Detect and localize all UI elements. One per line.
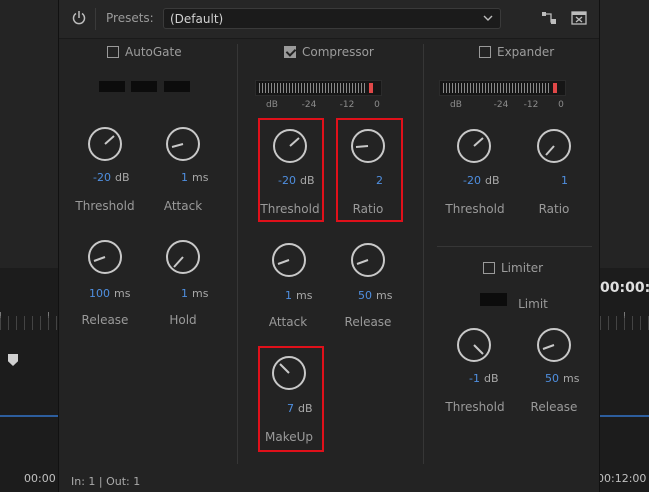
- column-divider: [423, 44, 424, 464]
- panel-toolbar: Presets: (Default): [59, 0, 599, 39]
- autogate-threshold-value[interactable]: -20 dB: [93, 171, 130, 184]
- autogate-release-value[interactable]: 100 ms: [89, 287, 130, 300]
- routing-icon[interactable]: [541, 11, 557, 25]
- autogate-led: [131, 81, 157, 92]
- ratio-highlight-box: [336, 118, 403, 222]
- limiter-led: [480, 293, 507, 306]
- expander-ratio-knob[interactable]: [536, 128, 572, 164]
- compressor-gain-meter: [255, 80, 382, 96]
- expander-threshold-knob[interactable]: [456, 128, 492, 164]
- autogate-attack-label: Attack: [163, 199, 203, 213]
- compressor-release-knob[interactable]: [350, 242, 386, 278]
- limiter-threshold-value[interactable]: -1 dB: [469, 372, 499, 385]
- presets-value: (Default): [170, 12, 224, 26]
- expander-meter-scale: dB -24 -12 0: [450, 100, 564, 110]
- expander-checkbox[interactable]: [479, 46, 491, 58]
- meter-segments: [259, 83, 367, 93]
- threshold-highlight-box: [258, 118, 324, 222]
- close-preset-icon[interactable]: [571, 11, 587, 25]
- expander-toggle[interactable]: Expander: [479, 45, 554, 59]
- limiter-checkbox[interactable]: [483, 262, 495, 274]
- autogate-hold-label: Hold: [169, 313, 197, 327]
- limiter-label: Limiter: [501, 261, 544, 275]
- compressor-meter-scale: dB -24 -12 0: [266, 100, 380, 110]
- autogate-attack-knob[interactable]: [165, 126, 201, 162]
- autogate-hold-value[interactable]: 1 ms: [181, 287, 208, 300]
- expander-limiter-divider: [437, 246, 592, 247]
- presets-dropdown[interactable]: (Default): [163, 8, 501, 29]
- meter-peak: [553, 83, 557, 93]
- presets-label: Presets:: [106, 11, 154, 25]
- compressor-checkbox[interactable]: [284, 46, 296, 58]
- compressor-attack-label: Attack: [268, 315, 308, 329]
- expander-ratio-value[interactable]: 1: [561, 174, 568, 187]
- autogate-threshold-knob[interactable]: [87, 126, 123, 162]
- timecode-display: 00:00:0: [600, 280, 649, 296]
- limit-label: Limit: [518, 297, 548, 311]
- toolbar-divider: [95, 8, 96, 30]
- expander-gain-meter: [439, 80, 566, 96]
- compressor-attack-value[interactable]: 1 ms: [285, 289, 312, 302]
- expander-label: Expander: [497, 45, 555, 59]
- autogate-threshold-label: Threshold: [75, 199, 135, 213]
- io-status: In: 1 | Out: 1: [71, 475, 141, 488]
- autogate-release-knob[interactable]: [87, 239, 123, 275]
- makeup-highlight-box: [258, 346, 324, 452]
- limiter-release-label: Release: [530, 400, 578, 414]
- meter-segments: [443, 83, 551, 93]
- compressor-attack-knob[interactable]: [271, 242, 307, 278]
- expander-threshold-value[interactable]: -20 dB: [463, 174, 500, 187]
- compressor-label: Compressor: [302, 45, 374, 59]
- dynamics-panel: Presets: (Default) AutoGate -20 dB Thres…: [58, 0, 600, 492]
- limiter-threshold-label: Threshold: [445, 400, 505, 414]
- limiter-release-knob[interactable]: [536, 327, 572, 363]
- autogate-release-label: Release: [81, 313, 129, 327]
- autogate-led: [164, 81, 190, 92]
- autogate-hold-knob[interactable]: [165, 239, 201, 275]
- timeline-time-start: 00:00: [24, 472, 56, 485]
- limiter-release-value[interactable]: 50 ms: [545, 372, 579, 385]
- compressor-release-value[interactable]: 50 ms: [358, 289, 392, 302]
- expander-threshold-label: Threshold: [445, 202, 505, 216]
- limiter-threshold-knob[interactable]: [456, 327, 492, 363]
- power-icon[interactable]: [71, 10, 87, 26]
- chevron-down-icon: [483, 15, 493, 21]
- column-divider: [237, 44, 238, 464]
- autogate-toggle[interactable]: AutoGate: [107, 45, 182, 59]
- compressor-release-label: Release: [344, 315, 392, 329]
- autogate-label: AutoGate: [125, 45, 182, 59]
- compressor-toggle[interactable]: Compressor: [284, 45, 374, 59]
- limiter-toggle[interactable]: Limiter: [483, 261, 543, 275]
- meter-peak: [369, 83, 373, 93]
- expander-ratio-label: Ratio: [538, 202, 570, 216]
- timeline-time-end: 00:12:00: [597, 472, 647, 485]
- autogate-led: [99, 81, 125, 92]
- autogate-checkbox[interactable]: [107, 46, 119, 58]
- autogate-attack-value[interactable]: 1 ms: [181, 171, 208, 184]
